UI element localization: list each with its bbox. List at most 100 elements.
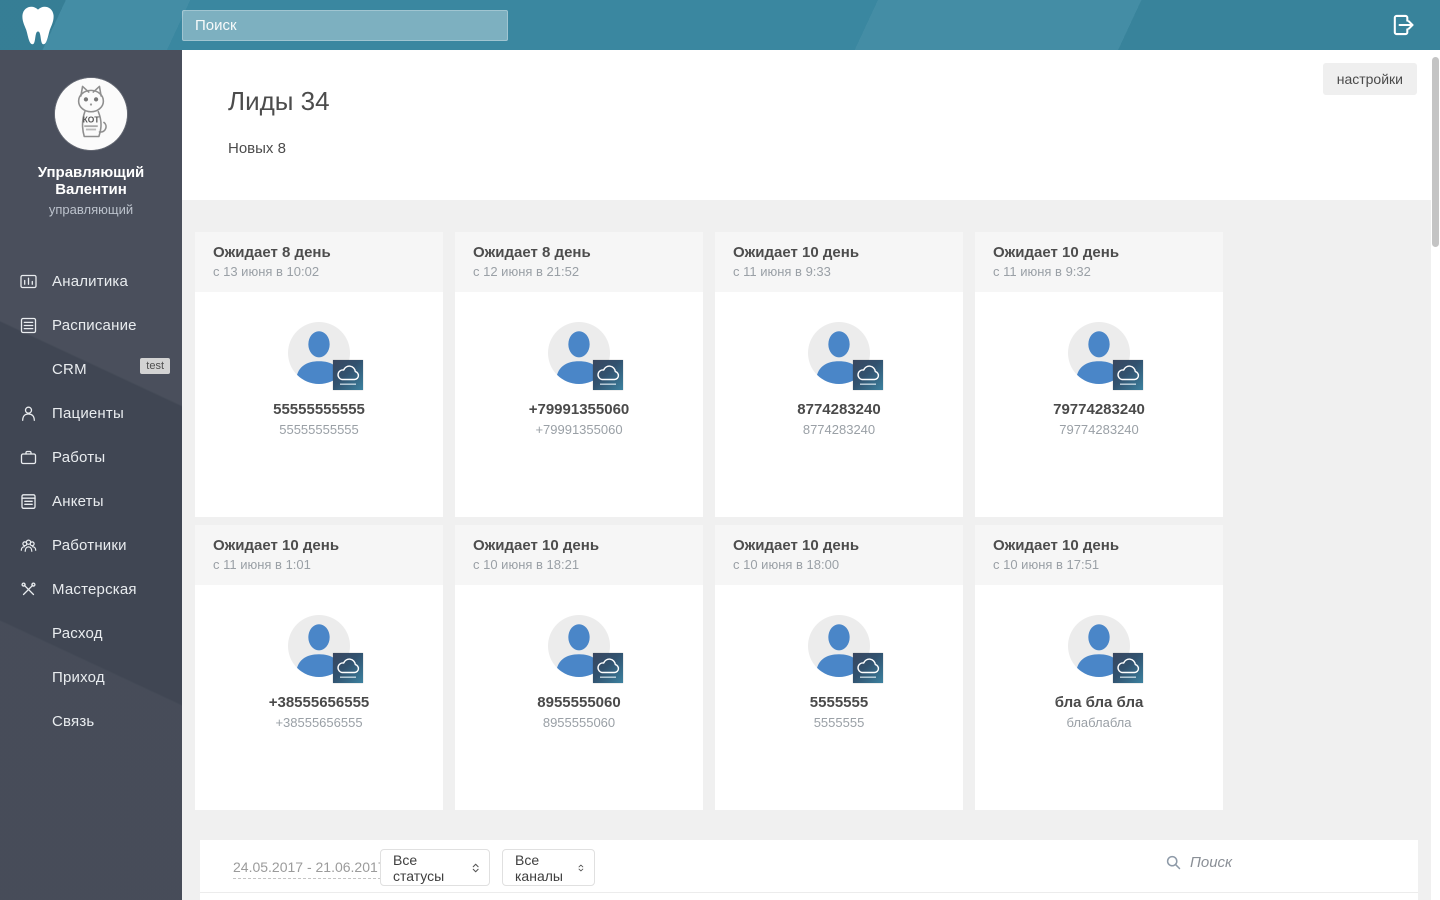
lead-avatar — [548, 615, 623, 683]
leads-new-count: Новых 8 — [228, 140, 286, 157]
card-name: +38555656555 — [268, 694, 370, 711]
card-status: Ожидает 10 день — [733, 244, 860, 261]
scrollbar-track[interactable] — [1431, 50, 1440, 900]
filter-bar: 24.05.2017 - 21.06.2017 Все статусы Все … — [200, 840, 1418, 900]
sidebar-item-schedule[interactable]: Расписание — [0, 303, 182, 347]
lead-cards-grid: Ожидает 8 день с 13 июня в 10:02 5555555… — [195, 232, 1235, 818]
lead-avatar — [1068, 615, 1143, 683]
lead-card[interactable]: Ожидает 8 день с 12 июня в 21:52 +799913… — [455, 232, 703, 517]
sidebar-item-income[interactable]: Приход — [0, 655, 182, 699]
user-avatar: КОТ — [55, 78, 127, 150]
lead-avatar — [548, 322, 623, 390]
cloud-badge-icon — [333, 360, 363, 390]
sidebar: КОТ Управляющий Валентин управляющий Ана… — [0, 50, 182, 900]
card-status: Ожидает 10 день — [993, 244, 1120, 261]
card-subname: 8774283240 — [802, 422, 876, 437]
card-name: 5555555 — [809, 694, 869, 711]
card-status: Ожидает 8 день — [473, 244, 591, 261]
card-subname: блаблабла — [1066, 715, 1132, 730]
card-status: Ожидает 10 день — [473, 537, 600, 554]
sidebar-item-label: Анкеты — [52, 492, 104, 510]
status-select[interactable]: Все статусы — [380, 849, 490, 886]
card-status: Ожидает 10 день — [733, 537, 860, 554]
card-name: 8774283240 — [797, 401, 881, 418]
cloud-badge-icon — [333, 653, 363, 683]
sidebar-item-label: Работники — [52, 536, 127, 554]
lead-card[interactable]: Ожидает 10 день с 10 июня в 17:51 бла бл… — [975, 525, 1223, 810]
cloud-badge-icon — [853, 653, 883, 683]
cat-avatar-icon: КОТ — [55, 78, 127, 150]
cloud-badge-icon — [593, 653, 623, 683]
channel-select[interactable]: Все каналы — [502, 849, 595, 886]
tooth-icon — [22, 6, 54, 45]
sidebar-item-label: CRM — [52, 360, 87, 378]
card-subname: 5555555 — [813, 715, 865, 730]
sidebar-item-label: Пациенты — [52, 404, 124, 422]
table-search — [1166, 854, 1300, 871]
lead-avatar — [808, 322, 883, 390]
cloud-badge-icon — [853, 360, 883, 390]
cloud-badge-icon — [1113, 653, 1143, 683]
card-since: с 10 июня в 18:00 — [733, 557, 840, 572]
sidebar-item-forms[interactable]: Анкеты — [0, 479, 182, 523]
sidebar-item-label: Работы — [52, 448, 106, 466]
logout-icon — [1393, 14, 1414, 36]
user-block: КОТ Управляющий Валентин управляющий — [0, 50, 182, 217]
lead-card[interactable]: Ожидает 8 день с 13 июня в 10:02 5555555… — [195, 232, 443, 517]
lead-card[interactable]: Ожидает 10 день с 11 июня в 1:01 +385556… — [195, 525, 443, 810]
card-subname: +79991355060 — [535, 422, 623, 437]
lead-avatar — [288, 615, 363, 683]
date-range-picker[interactable]: 24.05.2017 - 21.06.2017 — [233, 859, 386, 879]
sidebar-item-analytics[interactable]: Аналитика — [0, 259, 182, 303]
sidebar-item-patients[interactable]: Пациенты — [0, 391, 182, 435]
sidebar-menu: Аналитика Расписание CRM test Пациенты Р… — [0, 259, 182, 743]
svg-text:КОТ: КОТ — [83, 114, 101, 124]
sidebar-item-workshop[interactable]: Мастерская — [0, 567, 182, 611]
card-since: с 11 июня в 1:01 — [213, 557, 311, 572]
patients-icon — [20, 405, 37, 422]
lead-card[interactable]: Ожидает 10 день с 11 июня в 9:33 8774283… — [715, 232, 963, 517]
sidebar-item-communication[interactable]: Связь — [0, 699, 182, 743]
sidebar-item-expense[interactable]: Расход — [0, 611, 182, 655]
updown-caret-icon — [578, 864, 584, 871]
lead-card[interactable]: Ожидает 10 день с 10 июня в 18:21 895555… — [455, 525, 703, 810]
leads-header-panel: Лиды 34 Новых 8 настройки — [182, 50, 1440, 200]
analytics-icon — [20, 273, 37, 290]
card-subname: +38555656555 — [275, 715, 363, 730]
card-name: 79774283240 — [1053, 401, 1145, 418]
card-since: с 12 июня в 21:52 — [473, 264, 580, 279]
card-since: с 10 июня в 18:21 — [473, 557, 580, 572]
card-status: Ожидает 10 день — [993, 537, 1120, 554]
sidebar-item-badge: test — [140, 358, 170, 374]
search-icon — [1166, 855, 1181, 870]
sidebar-item-label: Связь — [52, 712, 95, 730]
lead-avatar — [288, 322, 363, 390]
card-since: с 11 июня в 9:32 — [993, 264, 1091, 279]
status-select-value: Все статусы — [393, 851, 445, 884]
card-subname: 79774283240 — [1059, 422, 1139, 437]
page-title: Лиды 34 — [228, 86, 330, 116]
header-search-input[interactable] — [182, 10, 508, 41]
scrollbar-thumb[interactable] — [1432, 57, 1439, 247]
user-name: Управляющий Валентин — [37, 164, 145, 198]
sidebar-item-employees[interactable]: Работники — [0, 523, 182, 567]
lead-card[interactable]: Ожидает 10 день с 11 июня в 9:32 7977428… — [975, 232, 1223, 517]
sidebar-item-label: Расписание — [52, 316, 137, 334]
card-status: Ожидает 10 день — [213, 537, 340, 554]
card-since: с 10 июня в 17:51 — [993, 557, 1100, 572]
top-header — [0, 0, 1440, 50]
logout-button[interactable] — [1388, 11, 1418, 40]
employees-icon — [20, 537, 37, 554]
sidebar-item-crm[interactable]: CRM test — [0, 347, 182, 391]
lead-avatar — [808, 615, 883, 683]
settings-button[interactable]: настройки — [1322, 63, 1417, 95]
lead-card[interactable]: Ожидает 10 день с 10 июня в 18:00 555555… — [715, 525, 963, 810]
sidebar-item-label: Расход — [52, 624, 103, 642]
forms-icon — [20, 493, 37, 510]
table-search-input[interactable] — [1190, 854, 1300, 871]
sidebar-item-label: Приход — [52, 668, 105, 686]
works-icon — [20, 449, 37, 466]
card-status: Ожидает 8 день — [213, 244, 331, 261]
sidebar-item-works[interactable]: Работы — [0, 435, 182, 479]
user-role: управляющий — [48, 202, 134, 217]
